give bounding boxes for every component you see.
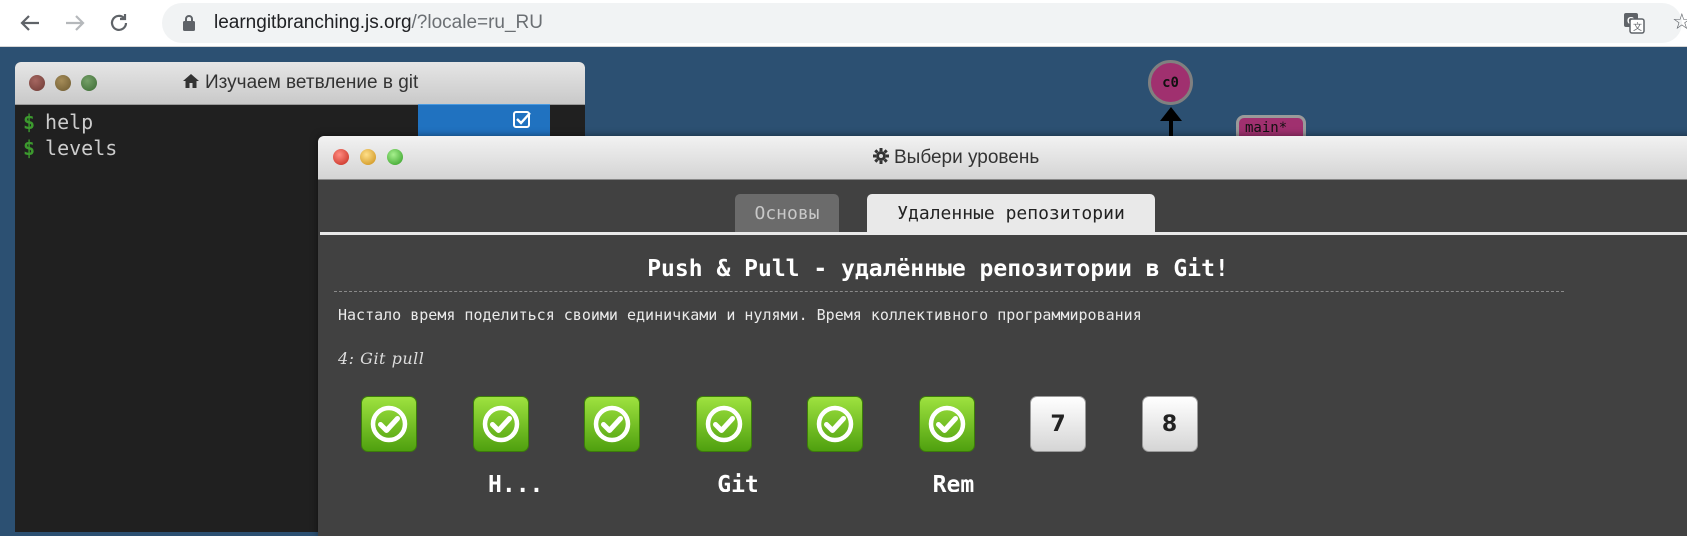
home-icon [182, 74, 199, 88]
address-bar[interactable]: learngitbranching.js.org/?locale=ru_RU G… [162, 3, 1687, 43]
checkbox-checked-icon[interactable] [512, 109, 532, 129]
url-path: /?locale=ru_RU [411, 12, 544, 33]
check-circle-icon [482, 405, 519, 443]
arrow-right-icon [66, 15, 85, 31]
commit-label: c0 [1162, 74, 1179, 91]
level-button-7[interactable]: 7 [1030, 396, 1086, 452]
level-button-1[interactable] [361, 396, 417, 452]
check-circle-icon [705, 405, 742, 443]
branch-label: main* [1245, 120, 1288, 136]
gear-icon [872, 148, 889, 164]
check-circle-icon [816, 405, 854, 443]
divider [334, 291, 1564, 292]
level-select-dialog: Выбери уровень Основы Удаленные репозито… [318, 136, 1687, 536]
check-circle-icon [928, 405, 965, 443]
level-button-3[interactable] [584, 396, 640, 452]
sequence-description: Настало время поделиться своими единичка… [338, 306, 1142, 324]
level-button-2[interactable] [472, 396, 529, 452]
level-number: 8 [1161, 411, 1178, 437]
translate-icon[interactable]: G文 [1622, 11, 1646, 35]
terminal-command: levels [45, 136, 118, 160]
sequence-tabs: Основы Удаленные репозитории [318, 194, 1687, 234]
dialog-titlebar: Выбери уровень [318, 136, 1687, 180]
prompt-symbol: $ [23, 136, 36, 160]
reload-button[interactable] [105, 9, 133, 37]
url-text: learngitbranching.js.org/?locale=ru_RU [214, 12, 543, 34]
level-button-6[interactable] [918, 396, 975, 452]
tab-underline [320, 232, 1687, 235]
dialog-title-text: Выбери уровень [893, 147, 1040, 168]
terminal-command: help [45, 110, 94, 134]
check-circle-icon [593, 405, 631, 443]
back-button[interactable] [16, 9, 44, 37]
sequence-title: Push & Pull - удалённые репозитории в Gi… [647, 256, 1229, 282]
check-circle-icon [370, 405, 408, 443]
terminal-titlebar: Изучаем ветвление в git [15, 62, 585, 105]
tab-basics[interactable]: Основы [735, 194, 839, 232]
tab-remote-repositories[interactable]: Удаленные репозитории [867, 194, 1155, 232]
level-button-5[interactable] [807, 396, 863, 452]
terminal-title: Изучаем ветвление в git [15, 72, 585, 94]
browser-toolbar: learngitbranching.js.org/?locale=ru_RU G… [0, 0, 1687, 47]
level-number: 7 [1050, 411, 1066, 437]
level-button-8[interactable]: 8 [1141, 396, 1198, 452]
level-button-4[interactable] [695, 396, 752, 452]
commit-node[interactable]: c0 [1148, 60, 1193, 105]
url-host: learngitbranching.js.org [214, 12, 412, 33]
current-level-name: 4: Git pull [338, 349, 425, 368]
bookmark-star-icon[interactable]: ☆ [1672, 11, 1687, 35]
terminal-title-text: Изучаем ветвление в git [205, 72, 419, 93]
reload-icon [110, 14, 128, 31]
dialog-title: Выбери уровень [318, 147, 1594, 169]
lock-icon [183, 15, 195, 31]
next-sequence-title: Н... Git Rem [488, 472, 975, 492]
svg-text:文: 文 [1633, 21, 1642, 33]
arrow-left-icon [20, 15, 39, 31]
prompt-symbol: $ [23, 110, 36, 134]
forward-button[interactable] [61, 9, 89, 37]
